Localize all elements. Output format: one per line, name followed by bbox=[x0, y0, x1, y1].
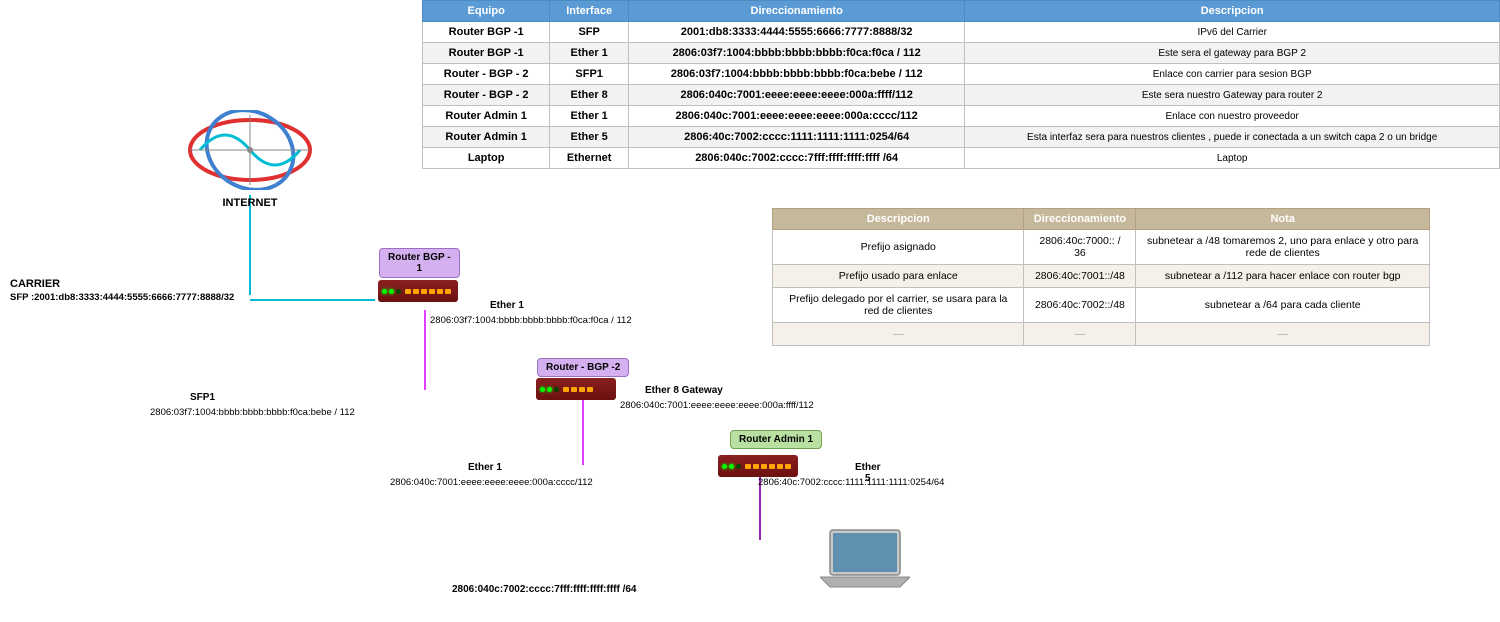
second-table-cell: subnetear a /48 tomaremos 2, uno para en… bbox=[1136, 230, 1430, 265]
carrier-label: CARRIER bbox=[10, 278, 60, 290]
ether8-addr: 2806:040c:7001:eeee:eeee:eeee:000a:ffff/… bbox=[620, 400, 814, 411]
second-table-cell: — bbox=[1024, 323, 1136, 346]
second-table-cell: Prefijo asignado bbox=[773, 230, 1024, 265]
ether5-addr: 2806:40c:7002:cccc:1111:1111:1111:0254/6… bbox=[758, 477, 944, 488]
second-table-row: Prefijo usado para enlace2806:40c:7001::… bbox=[773, 265, 1430, 288]
second-table: Descripcion Direccionamiento Nota Prefij… bbox=[772, 208, 1430, 346]
second-table-row: Prefijo asignado2806:40c:7000:: / 36subn… bbox=[773, 230, 1430, 265]
laptop-addr: 2806:040c:7002:cccc:7fff:ffff:ffff:ffff … bbox=[452, 584, 637, 595]
main-table-cell: Esta interfaz sera para nuestros cliente… bbox=[965, 127, 1500, 148]
laptop-icon bbox=[820, 525, 910, 595]
ether8-label: Ether 8 Gateway bbox=[645, 385, 723, 396]
main-table-cell: Este sera nuestro Gateway para router 2 bbox=[965, 85, 1500, 106]
second-table-cell: subnetear a /64 para cada cliente bbox=[1136, 288, 1430, 323]
main-table-cell: Enlace con nuestro proveedor bbox=[965, 106, 1500, 127]
second-table-cell: subnetear a /112 para hacer enlace con r… bbox=[1136, 265, 1430, 288]
router-bgp1-device bbox=[378, 280, 458, 302]
sfp1-addr: 2806:03f7:1004:bbbb:bbbb:bbbb:f0ca:bebe … bbox=[150, 407, 355, 418]
connection-lines bbox=[0, 0, 770, 622]
ether1-bgp1-addr: 2806:03f7:1004:bbbb:bbbb:bbbb:f0ca:f0ca … bbox=[430, 315, 632, 326]
second-table-row: Prefijo delegado por el carrier, se usar… bbox=[773, 288, 1430, 323]
second-table-cell: 2806:40c:7000:: / 36 bbox=[1024, 230, 1136, 265]
col2-header-nota: Nota bbox=[1136, 209, 1430, 230]
router-admin1-device bbox=[718, 455, 798, 477]
main-table-cell: IPv6 del Carrier bbox=[965, 22, 1500, 43]
cloud-svg bbox=[185, 110, 315, 190]
main-table-cell: Enlace con carrier para sesion BGP bbox=[965, 64, 1500, 85]
ether1-admin-label: Ether 1 bbox=[468, 462, 502, 473]
carrier-sfp-text: SFP :2001:db8:3333:4444:5555:6666:7777:8… bbox=[10, 292, 234, 303]
router-bgp1-label: Router BGP -1 bbox=[379, 248, 460, 278]
second-table-cell: Prefijo usado para enlace bbox=[773, 265, 1024, 288]
internet-label: INTERNET bbox=[185, 197, 315, 209]
second-table-cell: 2806:40c:7002::/48 bbox=[1024, 288, 1136, 323]
second-table-cell: — bbox=[773, 323, 1024, 346]
second-table-cell: 2806:40c:7001::/48 bbox=[1024, 265, 1136, 288]
ether1-bgp1-label: Ether 1 bbox=[490, 300, 524, 311]
col2-header-direccionamiento: Direccionamiento bbox=[1024, 209, 1136, 230]
col-header-descripcion: Descripcion bbox=[965, 1, 1500, 22]
router-bgp2-device bbox=[536, 378, 616, 400]
main-table-cell: Este sera el gateway para BGP 2 bbox=[965, 43, 1500, 64]
second-table-cell: Prefijo delegado por el carrier, se usar… bbox=[773, 288, 1024, 323]
col2-header-descripcion: Descripcion bbox=[773, 209, 1024, 230]
router-bgp2-label: Router - BGP -2 bbox=[537, 358, 629, 377]
ether1-admin-addr: 2806:040c:7001:eeee:eeee:eeee:000a:cccc/… bbox=[390, 477, 593, 488]
sfp1-label: SFP1 bbox=[190, 392, 215, 403]
main-table-cell: Laptop bbox=[965, 148, 1500, 169]
second-table-cell: — bbox=[1136, 323, 1430, 346]
router-admin1-label: Router Admin 1 bbox=[730, 430, 822, 449]
second-table-row: ——— bbox=[773, 323, 1430, 346]
internet-cloud: INTERNET bbox=[185, 110, 315, 210]
network-diagram: INTERNET CARRIER SFP :2001:db8:3333:4444… bbox=[0, 0, 770, 622]
